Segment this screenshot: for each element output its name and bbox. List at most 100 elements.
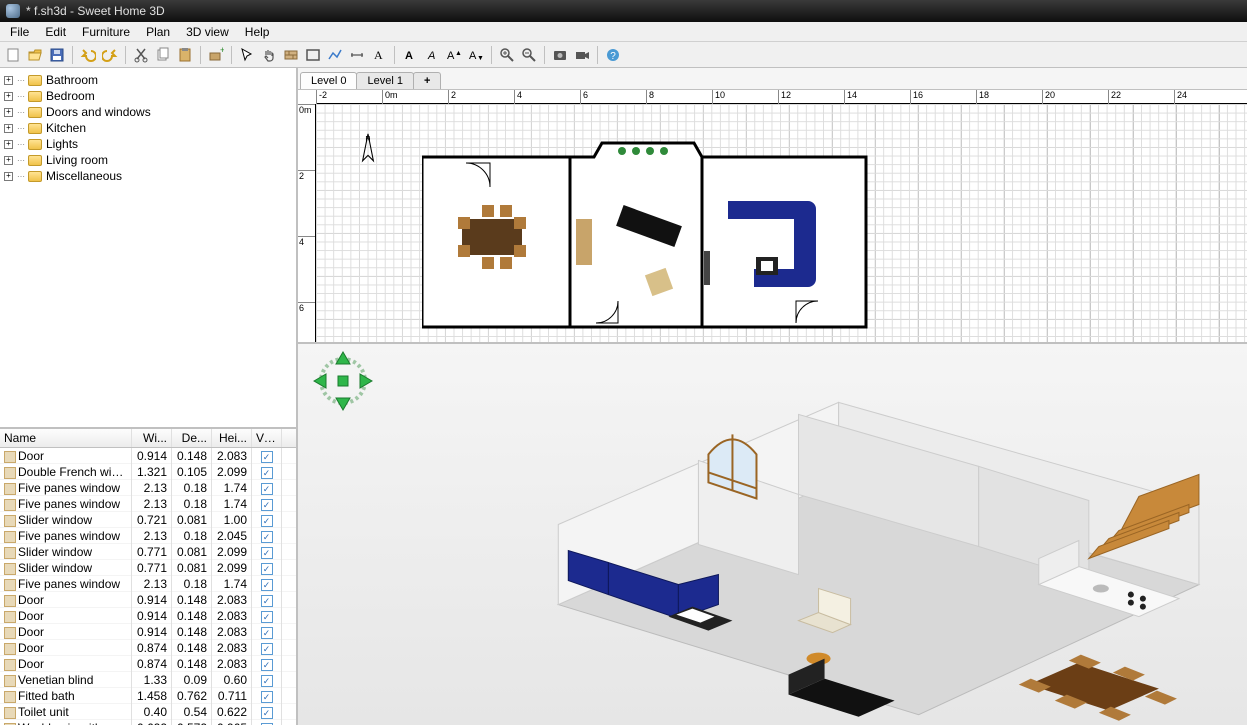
help-icon[interactable]: ? <box>604 46 622 64</box>
expand-icon[interactable]: + <box>4 92 13 101</box>
tab-level-1[interactable]: Level 1 <box>356 72 413 89</box>
visible-checkbox[interactable]: ✓ <box>261 707 273 719</box>
visible-checkbox[interactable]: ✓ <box>261 611 273 623</box>
3d-view[interactable] <box>298 344 1247 725</box>
text-size-down-icon[interactable]: A▼ <box>467 46 485 64</box>
furniture-thumb-icon <box>4 515 16 527</box>
col-depth[interactable]: De... <box>172 429 212 447</box>
furniture-depth: 0.572 <box>172 719 212 725</box>
visible-checkbox[interactable]: ✓ <box>261 515 273 527</box>
svg-text:+: + <box>220 47 224 55</box>
text-bold-icon[interactable]: A <box>401 46 419 64</box>
expand-icon[interactable]: + <box>4 108 13 117</box>
furniture-thumb-icon <box>4 563 16 575</box>
visible-checkbox[interactable]: ✓ <box>261 467 273 479</box>
visible-checkbox[interactable]: ✓ <box>261 579 273 591</box>
undo-icon[interactable] <box>79 46 97 64</box>
visible-checkbox[interactable]: ✓ <box>261 531 273 543</box>
menu-file[interactable]: File <box>2 24 37 40</box>
add-level-tab[interactable]: + <box>413 72 441 89</box>
expand-icon[interactable]: + <box>4 124 13 133</box>
select-tool-icon[interactable] <box>238 46 256 64</box>
paste-icon[interactable] <box>176 46 194 64</box>
furniture-thumb-icon <box>4 467 16 479</box>
furniture-catalog-tree[interactable]: +⋯Bathroom+⋯Bedroom+⋯Doors and windows+⋯… <box>0 68 296 429</box>
furniture-name: Door <box>18 657 44 671</box>
expand-icon[interactable]: + <box>4 140 13 149</box>
visible-checkbox[interactable]: ✓ <box>261 483 273 495</box>
svg-text:▲: ▲ <box>455 50 462 57</box>
visible-checkbox[interactable]: ✓ <box>261 547 273 559</box>
col-name[interactable]: Name <box>0 429 132 447</box>
furniture-name: Washbasin with ca... <box>18 721 128 725</box>
save-icon[interactable] <box>48 46 66 64</box>
floor-plan-drawing[interactable] <box>422 141 868 342</box>
furniture-width: 0.622 <box>132 719 172 725</box>
polyline-tool-icon[interactable] <box>326 46 344 64</box>
folder-icon <box>28 91 42 102</box>
col-visible[interactable]: Visi... <box>252 429 282 447</box>
catalog-miscellaneous[interactable]: +⋯Miscellaneous <box>2 168 294 184</box>
copy-icon[interactable] <box>154 46 172 64</box>
table-header[interactable]: Name Wi... De... Hei... Visi... <box>0 429 296 448</box>
expand-icon[interactable]: + <box>4 76 13 85</box>
visible-checkbox[interactable]: ✓ <box>261 675 273 687</box>
expand-icon[interactable]: + <box>4 172 13 181</box>
furniture-thumb-icon <box>4 643 16 655</box>
catalog-label: Miscellaneous <box>46 169 122 183</box>
catalog-kitchen[interactable]: +⋯Kitchen <box>2 120 294 136</box>
col-height[interactable]: Hei... <box>212 429 252 447</box>
video-icon[interactable] <box>573 46 591 64</box>
visible-checkbox[interactable]: ✓ <box>261 451 273 463</box>
catalog-doors-and-windows[interactable]: +⋯Doors and windows <box>2 104 294 120</box>
pan-tool-icon[interactable] <box>260 46 278 64</box>
add-furniture-icon[interactable]: + <box>207 46 225 64</box>
wall-tool-icon[interactable] <box>282 46 300 64</box>
menu-furniture[interactable]: Furniture <box>74 24 138 40</box>
ruler-horizontal: -20m24681012141618202224 <box>316 90 1247 104</box>
furniture-list-table[interactable]: Name Wi... De... Hei... Visi... Door0.91… <box>0 429 296 725</box>
visible-checkbox[interactable]: ✓ <box>261 659 273 671</box>
zoom-out-icon[interactable] <box>520 46 538 64</box>
catalog-bathroom[interactable]: +⋯Bathroom <box>2 72 294 88</box>
visible-checkbox[interactable]: ✓ <box>261 499 273 511</box>
furniture-name: Slider window <box>18 513 92 527</box>
svg-text:A: A <box>469 50 477 62</box>
catalog-label: Bedroom <box>46 89 95 103</box>
furniture-thumb-icon <box>4 707 16 719</box>
menu-help[interactable]: Help <box>237 24 278 40</box>
visible-checkbox[interactable]: ✓ <box>261 595 273 607</box>
plan-grid[interactable]: N <box>316 104 1247 342</box>
visible-checkbox[interactable]: ✓ <box>261 691 273 703</box>
open-icon[interactable] <box>26 46 44 64</box>
visible-checkbox[interactable]: ✓ <box>261 627 273 639</box>
menu-plan[interactable]: Plan <box>138 24 178 40</box>
zoom-in-icon[interactable] <box>498 46 516 64</box>
furniture-name: Five panes window <box>18 481 120 495</box>
catalog-living-room[interactable]: +⋯Living room <box>2 152 294 168</box>
plan-canvas[interactable]: -20m24681012141618202224 0m246 N <box>298 90 1247 342</box>
col-width[interactable]: Wi... <box>132 429 172 447</box>
photo-icon[interactable] <box>551 46 569 64</box>
catalog-bedroom[interactable]: +⋯Bedroom <box>2 88 294 104</box>
window-title: * f.sh3d - Sweet Home 3D <box>26 4 165 18</box>
visible-checkbox[interactable]: ✓ <box>261 563 273 575</box>
text-italic-icon[interactable]: A <box>423 46 441 64</box>
text-size-up-icon[interactable]: A▲ <box>445 46 463 64</box>
menu-edit[interactable]: Edit <box>37 24 74 40</box>
new-icon[interactable] <box>4 46 22 64</box>
room-tool-icon[interactable] <box>304 46 322 64</box>
menu-3d-view[interactable]: 3D view <box>178 24 237 40</box>
ruler-tick: 2 <box>298 170 315 181</box>
redo-icon[interactable] <box>101 46 119 64</box>
cut-icon[interactable] <box>132 46 150 64</box>
dimension-tool-icon[interactable] <box>348 46 366 64</box>
text-tool-icon[interactable]: A <box>370 46 388 64</box>
expand-icon[interactable]: + <box>4 156 13 165</box>
folder-icon <box>28 139 42 150</box>
catalog-lights[interactable]: +⋯Lights <box>2 136 294 152</box>
tab-level-0[interactable]: Level 0 <box>300 72 357 89</box>
furniture-name: Door <box>18 593 44 607</box>
table-row[interactable]: Washbasin with ca...0.6220.5720.965✓ <box>0 720 296 725</box>
visible-checkbox[interactable]: ✓ <box>261 643 273 655</box>
